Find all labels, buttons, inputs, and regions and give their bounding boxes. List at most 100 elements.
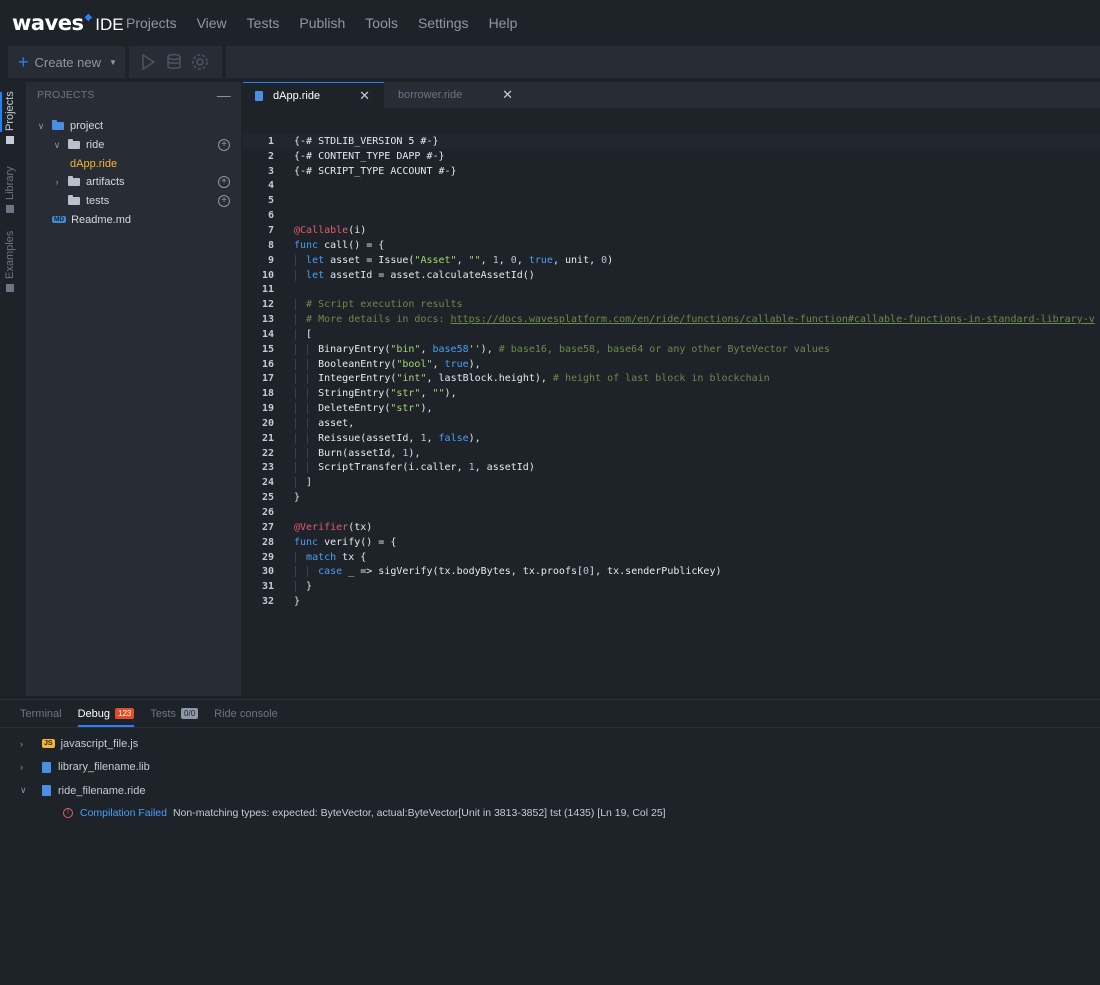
code-line[interactable]: 3 {-# SCRIPT_TYPE ACCOUNT #-} (243, 164, 1100, 179)
tab-debug[interactable]: Debug 123 (77, 700, 135, 728)
activity-examples[interactable]: Examples (4, 231, 16, 292)
chevron-right-icon[interactable]: › (20, 762, 42, 772)
code-line[interactable]: 25} (243, 490, 1100, 505)
code-line[interactable]: 32} (243, 594, 1100, 609)
add-file-icon[interactable]: + (218, 176, 230, 189)
menu-settings[interactable]: Settings (418, 15, 469, 31)
code-line[interactable]: 8 func call() = { (243, 238, 1100, 253)
menu-publish[interactable]: Publish (299, 15, 345, 31)
menu-projects[interactable]: Projects (126, 15, 177, 31)
code-line[interactable]: 17 IntegerEntry("int", lastBlock.height)… (243, 372, 1100, 387)
indent-guide (295, 299, 296, 311)
activity-library[interactable]: Library (4, 166, 16, 213)
indent-guide (295, 343, 296, 355)
close-icon[interactable]: ✕ (359, 88, 370, 104)
tree-node-tests[interactable]: tests + (27, 192, 241, 211)
code-line[interactable]: 6 (243, 208, 1100, 223)
code-line[interactable]: 1 {-# STDLIB_VERSION 5 #-} (243, 134, 1100, 149)
tree-node-project[interactable]: ∨ project (27, 117, 241, 136)
code-line[interactable]: 12 # Script execution results (243, 297, 1100, 312)
line-source: case _ => sigVerify(tx.bodyBytes, tx.pro… (274, 566, 722, 578)
plus-icon: + (18, 52, 29, 72)
line-source: match tx { (274, 551, 366, 563)
code-line[interactable]: 22 Burn(assetId, 1), (243, 446, 1100, 461)
debug-list: › JS javascript_file.js › library_filena… (0, 728, 1100, 823)
code-line[interactable]: 13 # More details in docs: https://docs.… (243, 312, 1100, 327)
activity-projects[interactable]: Projects (4, 91, 16, 144)
close-icon[interactable]: ✕ (502, 87, 513, 103)
code-line[interactable]: 27 @Verifier(tx) (243, 520, 1100, 535)
code-line[interactable]: 7 @Callable(i) (243, 223, 1100, 238)
tab-borrower-ride[interactable]: borrower.ride ✕ (386, 82, 527, 108)
line-number: 14 (261, 328, 274, 340)
code-line[interactable]: 29 match tx { (243, 550, 1100, 565)
error-message-row[interactable]: ! Compilation Failed Non-matching types:… (0, 803, 1100, 823)
markdown-icon: MD (52, 216, 67, 224)
indent-guide (307, 388, 309, 400)
line-number: 32 (261, 596, 274, 608)
chevron-right-icon[interactable]: › (52, 177, 62, 187)
code-line[interactable]: 31 } (243, 579, 1100, 594)
code-line[interactable]: 19 DeleteEntry("str"), (243, 401, 1100, 416)
line-number: 23 (261, 462, 274, 474)
logo-text: waves (12, 11, 84, 35)
menu-tools[interactable]: Tools (365, 15, 398, 31)
menu-help[interactable]: Help (489, 15, 518, 31)
line-number: 6 (267, 210, 274, 222)
tree-node-dapp[interactable]: dApp.ride (27, 154, 241, 173)
folder-icon (68, 195, 80, 206)
tree-node-readme[interactable]: MD Readme.md (27, 210, 241, 229)
code-line[interactable]: 10 let assetId = asset.calculateAssetId(… (243, 268, 1100, 283)
code-line[interactable]: 30 case _ => sigVerify(tx.bodyBytes, tx.… (243, 564, 1100, 579)
collapse-icon[interactable]: — (217, 87, 231, 103)
code-line[interactable]: 28 func verify() = { (243, 535, 1100, 550)
tab-bar-spacer (529, 82, 1100, 108)
list-item[interactable]: › JS javascript_file.js (0, 732, 1100, 756)
code-line[interactable]: 11 (243, 282, 1100, 297)
code-line[interactable]: 16 BooleanEntry("bool", true), (243, 357, 1100, 372)
code-line[interactable]: 23 ScriptTransfer(i.caller, 1, assetId) (243, 461, 1100, 476)
tab-terminal[interactable]: Terminal (20, 700, 62, 728)
list-item[interactable]: ∨ ride_filename.ride (0, 779, 1100, 803)
line-number: 28 (261, 536, 274, 548)
tree-node-ride[interactable]: ∨ ride + (27, 136, 241, 155)
code-line[interactable]: 15 BinaryEntry("bin", base58''), # base1… (243, 342, 1100, 357)
toolbar-spacer (226, 46, 1100, 78)
add-file-icon[interactable]: + (218, 139, 230, 152)
code-line[interactable]: 9 let asset = Issue("Asset", "", 1, 0, t… (243, 253, 1100, 268)
code-line[interactable]: 2 {-# CONTENT_TYPE DAPP #-} (243, 149, 1100, 164)
sidebar-title: PROJECTS (37, 89, 95, 101)
line-number: 26 (261, 507, 274, 519)
code-line[interactable]: 5 (243, 193, 1100, 208)
tab-dapp-ride[interactable]: dApp.ride ✕ (243, 82, 384, 108)
chevron-down-icon: ▼ (109, 57, 117, 67)
code-line[interactable]: 14 [ (243, 327, 1100, 342)
code-line[interactable]: 18 StringEntry("str", ""), (243, 386, 1100, 401)
tab-tests[interactable]: Tests 0/0 (150, 700, 199, 728)
code-line[interactable]: 26 (243, 505, 1100, 520)
add-file-icon[interactable]: + (218, 195, 230, 208)
menu-tests[interactable]: Tests (247, 15, 280, 31)
menu-view[interactable]: View (197, 15, 227, 31)
code-line[interactable]: 4 (243, 179, 1100, 194)
line-number: 15 (261, 343, 274, 355)
line-source: Reissue(assetId, 1, false), (274, 432, 481, 444)
chevron-down-icon[interactable]: ∨ (20, 785, 42, 796)
list-item[interactable]: › library_filename.lib (0, 756, 1100, 780)
chevron-down-icon[interactable]: ∨ (36, 121, 46, 132)
tree-node-artifacts[interactable]: › artifacts + (27, 173, 241, 192)
line-number: 12 (261, 299, 274, 311)
settings-icon[interactable] (191, 53, 209, 71)
create-new-button[interactable]: + Create new ▼ (8, 46, 125, 78)
chevron-right-icon[interactable]: › (20, 739, 42, 749)
code-line[interactable]: 24 ] (243, 475, 1100, 490)
code-line[interactable]: 21 Reissue(assetId, 1, false), (243, 431, 1100, 446)
code-area[interactable]: 1 {-# STDLIB_VERSION 5 #-} 2 {-# CONTENT_TY… (243, 134, 1100, 609)
database-icon[interactable] (165, 53, 183, 71)
code-line[interactable]: 20 asset, (243, 416, 1100, 431)
chevron-down-icon[interactable]: ∨ (52, 140, 62, 151)
tab-label: dApp.ride (273, 89, 321, 102)
activity-indicator (0, 92, 2, 132)
run-icon[interactable] (139, 53, 157, 71)
tab-ride-console[interactable]: Ride console (214, 700, 278, 728)
